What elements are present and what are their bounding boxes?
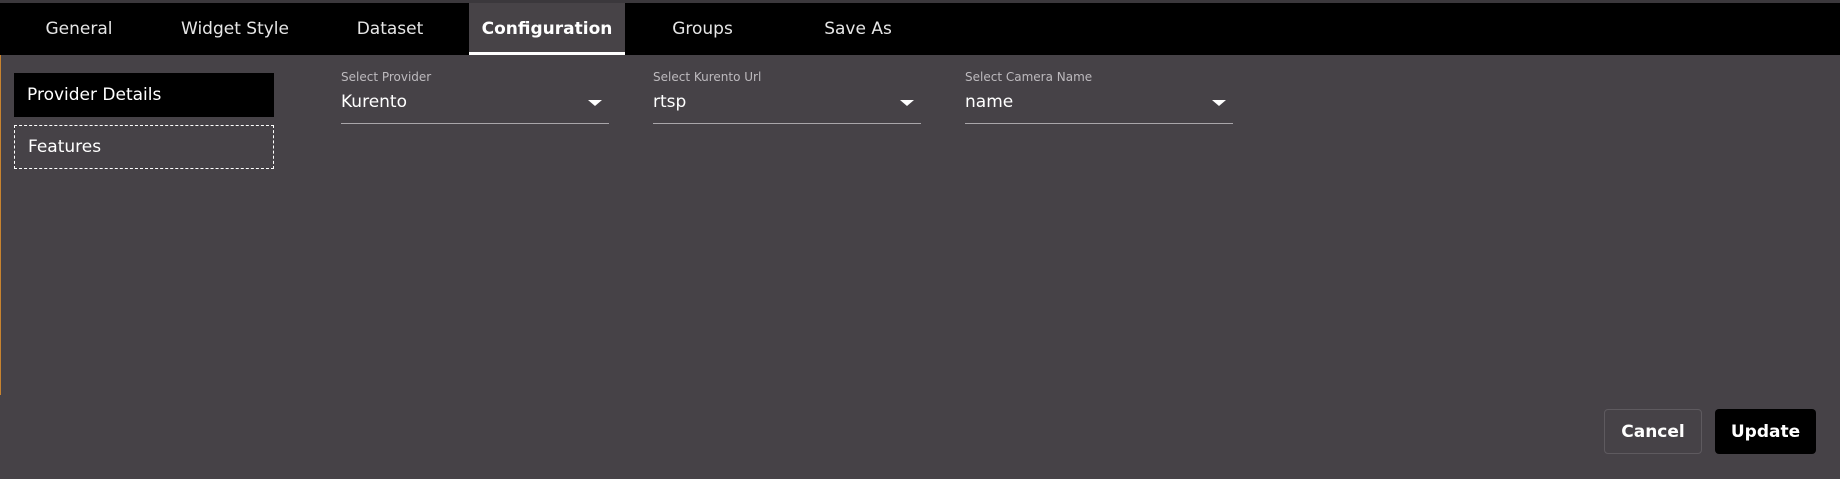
kurento-url-select-label: Select Kurento Url xyxy=(653,70,762,84)
sidebar-item-features[interactable]: Features xyxy=(14,125,274,169)
update-button[interactable]: Update xyxy=(1715,409,1816,454)
chevron-down-icon[interactable] xyxy=(588,100,602,106)
chevron-down-icon[interactable] xyxy=(1212,100,1226,106)
cancel-button[interactable]: Cancel xyxy=(1604,409,1702,454)
tab-widget-style[interactable]: Widget Style xyxy=(170,3,300,55)
chevron-down-icon[interactable] xyxy=(900,100,914,106)
kurento-url-select-underline xyxy=(653,123,921,124)
tab-general[interactable]: General xyxy=(22,3,136,55)
left-accent-edge xyxy=(0,55,1,395)
tab-dataset[interactable]: Dataset xyxy=(340,3,440,55)
kurento-url-select[interactable]: Select Kurento Url rtsp xyxy=(653,70,921,124)
tab-bar: General Widget Style Dataset Configurati… xyxy=(0,3,1840,55)
tab-save-as[interactable]: Save As xyxy=(808,3,908,55)
provider-select-underline xyxy=(341,123,609,124)
provider-select-label: Select Provider xyxy=(341,70,432,84)
tab-configuration[interactable]: Configuration xyxy=(469,3,625,55)
camera-name-select-underline xyxy=(965,123,1233,124)
camera-name-select-label: Select Camera Name xyxy=(965,70,1093,84)
sidebar-item-provider-details[interactable]: Provider Details xyxy=(14,73,274,117)
provider-select[interactable]: Select Provider Kurento xyxy=(341,70,609,124)
tab-groups[interactable]: Groups xyxy=(655,3,750,55)
camera-name-select-value: name xyxy=(965,92,1014,112)
provider-select-value: Kurento xyxy=(341,92,407,112)
kurento-url-select-value: rtsp xyxy=(653,92,687,112)
camera-name-select[interactable]: Select Camera Name name xyxy=(965,70,1233,124)
